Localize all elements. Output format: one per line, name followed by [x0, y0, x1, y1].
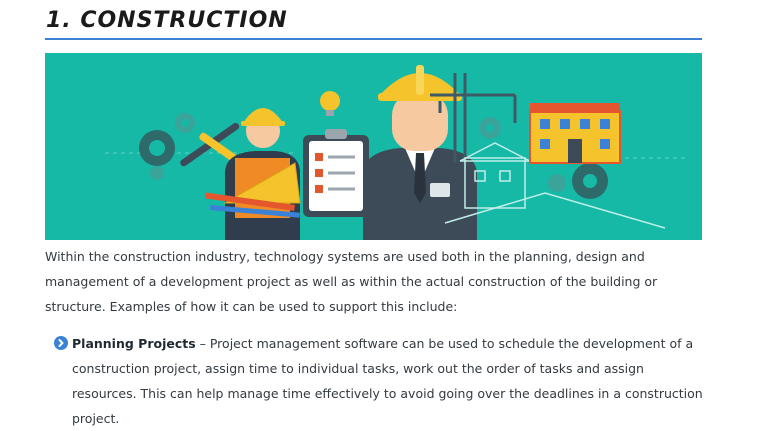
- clipboard-icon: [303, 129, 369, 217]
- intro-paragraph: Within the construction industry, techno…: [45, 249, 658, 314]
- engineer-figure: [363, 65, 477, 240]
- section-heading: 1. CONSTRUCTION: [46, 8, 288, 33]
- examples-list: Planning Projects – Project management s…: [54, 331, 704, 431]
- gear-icon: [139, 113, 195, 180]
- list-item-text: Planning Projects – Project management s…: [72, 331, 704, 431]
- heading-underline: [45, 38, 702, 40]
- chevron-right-icon: [54, 336, 68, 350]
- building-icon: [529, 103, 621, 164]
- list-item: Planning Projects – Project management s…: [54, 331, 704, 431]
- list-item-title: Planning Projects: [72, 336, 196, 351]
- construction-illustration: [45, 53, 702, 240]
- lightbulb-icon: [320, 91, 340, 116]
